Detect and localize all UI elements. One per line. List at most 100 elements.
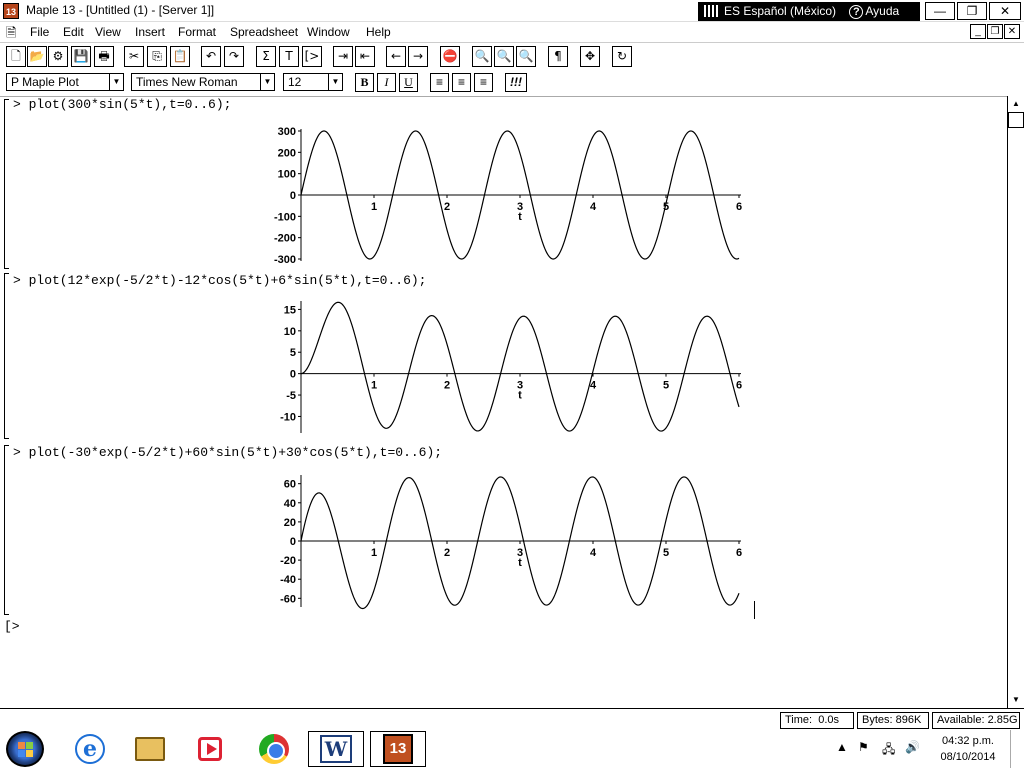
open-folder-icon[interactable]: 📂 (27, 46, 47, 67)
new-file-icon[interactable]: 🗋 (6, 46, 26, 67)
taskbar-maple[interactable]: 13 (370, 731, 426, 767)
menu-edit[interactable]: Edit (63, 25, 84, 39)
style-value: P Maple Plot (11, 75, 79, 89)
doc-minimize-button[interactable]: _ (970, 24, 986, 39)
vertical-scrollbar[interactable]: ▲ ▼ (1007, 96, 1024, 708)
doc-restore-button[interactable]: ❐ (987, 24, 1003, 39)
redo-icon[interactable]: ↷ (224, 46, 244, 67)
x-axis-label: t (518, 211, 522, 223)
y-tick-label: 5 (290, 347, 296, 359)
taskbar-file-explorer[interactable] (124, 731, 176, 767)
menu-bar: 🗎 File Edit View Insert Format Spreadshe… (0, 22, 1024, 42)
plot-3[interactable]: 6040200-20-40-601 2 3 4 5 6t (265, 471, 755, 611)
style-dropdown[interactable]: P Maple Plot ▼ (6, 73, 124, 91)
x-tick-label: 4 (590, 547, 597, 559)
execution-group-bracket[interactable] (4, 273, 9, 439)
y-tick-label: 15 (284, 304, 296, 316)
save-icon[interactable]: 💾 (71, 46, 91, 67)
menu-view[interactable]: View (95, 25, 121, 39)
open-url-icon[interactable]: ⚙ (48, 46, 68, 67)
size-dropdown[interactable]: 12 ▼ (283, 73, 343, 91)
minimize-button[interactable]: — (925, 2, 955, 20)
paste-icon[interactable]: 📋 (170, 46, 190, 67)
help-button[interactable]: ? Ayuda (849, 4, 899, 19)
align-center-button[interactable]: ≡ (452, 73, 471, 92)
outdent-icon[interactable]: ⇤ (355, 46, 375, 67)
menu-file[interactable]: File (30, 25, 49, 39)
forward-arrow-icon[interactable]: → (408, 46, 428, 67)
excl-button[interactable]: !!! (505, 73, 527, 92)
worksheet[interactable]: > plot(300*sin(5*t),t=0..6); > plot(12*e… (0, 96, 1007, 708)
text-mode-icon[interactable]: T (279, 46, 299, 67)
menu-format[interactable]: Format (178, 25, 216, 39)
taskbar-media-player[interactable] (184, 731, 236, 767)
keyboard-icon (704, 5, 718, 17)
word-icon: W (320, 735, 352, 763)
main-toolbar: 🗋 📂 ⚙ 💾 🖶 ✂ ⎘ 📋 ↶ ↷ Σ T [> ⇥ ⇤ ← → ⛔ 🔍 🔍… (0, 42, 1024, 70)
action-center-icon[interactable]: ⚑ (858, 740, 869, 754)
taskbar: e W 13 ▲ ⚑ 🖧 🔊 04:32 p.m. 08/10/2014 (0, 730, 1024, 768)
close-button[interactable]: ✕ (989, 2, 1021, 20)
y-tick-label: 20 (284, 517, 296, 529)
network-icon[interactable]: 🖧 (882, 740, 895, 761)
command-input-1[interactable]: > plot(300*sin(5*t),t=0..6); (13, 97, 231, 112)
available-label: Available: (937, 714, 985, 726)
x-axis-label: t (518, 390, 522, 402)
font-value: Times New Roman (136, 75, 238, 89)
cut-icon[interactable]: ✂ (124, 46, 144, 67)
plot-1[interactable]: 3002001000-100-200-3001 2 3 4 5 6t (265, 125, 755, 265)
start-button[interactable] (6, 731, 44, 767)
window-title: Maple 13 - [Untitled (1) - [Server 1]] (26, 3, 215, 17)
back-arrow-icon[interactable]: ← (386, 46, 406, 67)
copy-icon[interactable]: ⎘ (147, 46, 167, 67)
execution-group-bracket[interactable] (4, 99, 9, 269)
zoom-200-icon[interactable]: 🔍 (516, 46, 536, 67)
font-dropdown[interactable]: Times New Roman ▼ (131, 73, 275, 91)
stop-icon[interactable]: ⛔ (440, 46, 460, 67)
volume-icon[interactable]: 🔊 (905, 740, 920, 754)
pilcrow-icon[interactable]: ¶ (548, 46, 568, 67)
align-left-button[interactable]: ≡ (430, 73, 449, 92)
doc-close-button[interactable]: ✕ (1004, 24, 1020, 39)
empty-prompt[interactable]: [> (4, 619, 20, 634)
zoom-150-icon[interactable]: 🔍 (494, 46, 514, 67)
taskbar-internet-explorer[interactable]: e (64, 731, 116, 767)
show-desktop-button[interactable] (1010, 730, 1024, 768)
language-bar[interactable]: ES Español (México) ? Ayuda (698, 2, 920, 21)
y-tick-label: 200 (278, 147, 296, 159)
command-input-2[interactable]: > plot(12*exp(-5/2*t)-12*cos(5*t)+6*sin(… (13, 273, 426, 288)
maple-app-icon[interactable]: 13 (3, 3, 19, 19)
menu-insert[interactable]: Insert (135, 25, 165, 39)
italic-button[interactable]: I (377, 73, 396, 92)
underline-button[interactable]: U (399, 73, 418, 92)
insert-prompt-icon[interactable]: [> (302, 46, 322, 67)
status-bar: Time: 0.0s Bytes: 896K Available: 2.85G (0, 708, 1024, 730)
x-tick-label: 6 (736, 201, 742, 213)
menu-window[interactable]: Window (307, 25, 350, 39)
bold-button[interactable]: B (355, 73, 374, 92)
restart-icon[interactable]: ↻ (612, 46, 632, 67)
plot-2[interactable]: 151050-5-101 2 3 4 5 6t (265, 297, 755, 437)
menu-help[interactable]: Help (366, 25, 391, 39)
menu-spreadsheet[interactable]: Spreadsheet (230, 25, 298, 39)
undo-icon[interactable]: ↶ (201, 46, 221, 67)
indent-icon[interactable]: ⇥ (333, 46, 353, 67)
scroll-down-icon[interactable]: ▼ (1008, 692, 1024, 708)
maximize-button[interactable]: ❐ (957, 2, 987, 20)
execute-worksheet-icon[interactable]: ✥ (580, 46, 600, 67)
execution-group-bracket[interactable] (4, 445, 9, 615)
zoom-100-icon[interactable]: 🔍 (472, 46, 492, 67)
bytes-value: 896K (895, 714, 922, 726)
print-icon[interactable]: 🖶 (94, 46, 114, 67)
clock[interactable]: 04:32 p.m. 08/10/2014 (932, 733, 1004, 765)
chevron-down-icon: ▼ (328, 74, 342, 90)
taskbar-word[interactable]: W (308, 731, 364, 767)
sigma-icon[interactable]: Σ (256, 46, 276, 67)
command-input-3[interactable]: > plot(-30*exp(-5/2*t)+60*sin(5*t)+30*co… (13, 445, 442, 460)
x-tick-label: 2 (444, 201, 450, 213)
scroll-thumb[interactable] (1008, 112, 1024, 128)
align-right-button[interactable]: ≡ (474, 73, 493, 92)
show-hidden-icons-icon[interactable]: ▲ (836, 740, 848, 754)
taskbar-chrome[interactable] (248, 731, 300, 767)
scroll-up-icon[interactable]: ▲ (1008, 96, 1024, 112)
